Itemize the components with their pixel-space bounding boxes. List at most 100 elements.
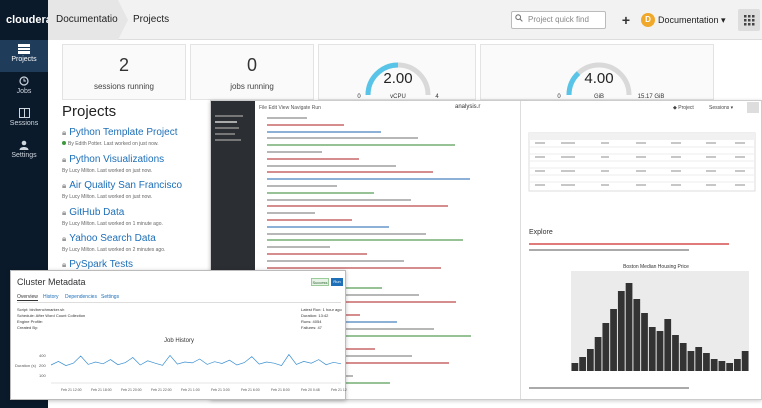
sidebar-item-sessions[interactable]: Sessions <box>0 104 48 136</box>
x-tick: Feb 21 1:00 <box>181 388 200 392</box>
code-line <box>267 205 448 208</box>
user-icon <box>19 140 29 150</box>
histogram-bar <box>648 327 656 371</box>
code-line <box>267 253 367 255</box>
sidebar-item-jobs[interactable]: Jobs <box>0 72 48 104</box>
tab-history[interactable]: History <box>43 294 59 300</box>
jobs-count: 0 <box>246 55 257 75</box>
x-tick: Feb 21 18:00 <box>91 388 112 392</box>
app-window: cloudera Documentation Projects Project … <box>0 0 762 408</box>
file-tree-entry[interactable] <box>215 127 239 129</box>
lock-icon: 🔒︎ <box>62 155 67 164</box>
sidebar-item-label: Sessions <box>9 120 39 127</box>
stats-row: 2 sessions running 0 jobs running 2.00 v… <box>56 40 762 100</box>
histogram-bar <box>571 363 579 371</box>
project-link[interactable]: 🔒︎ GitHub Data <box>62 207 124 218</box>
jobs-card: 0 jobs running <box>190 44 314 100</box>
status-dot-icon <box>62 141 66 145</box>
x-ticks: Feb 21 12:00 Feb 21 18:00 Feb 21 20:00 Feb … <box>61 388 347 392</box>
sidebar-item-label: Projects <box>11 56 37 63</box>
projects-icon <box>18 44 30 54</box>
meta-field: Failures: 47 <box>301 325 322 330</box>
histogram-bar <box>633 299 641 371</box>
session-output: ◆ Project Sessions ▾ Explore Boston Medi… <box>521 101 761 399</box>
code-line <box>267 266 441 269</box>
y-axis-label: Duration (s) <box>15 363 37 368</box>
meta-field: Duration: 13:42 <box>301 313 329 318</box>
project-link[interactable]: 🔒︎ Python Template Project <box>62 127 177 138</box>
x-tick: Feb 20 0:48 <box>301 388 320 392</box>
project-link[interactable]: 🔒︎ PySpark Tests <box>62 259 133 270</box>
project-meta: By Edith Potter. Last worked on just now… <box>62 141 159 147</box>
code-line <box>529 387 689 389</box>
tab-overview[interactable]: Overview <box>17 294 38 301</box>
project-meta-text: By Edith Potter. Last worked on just now… <box>68 141 159 147</box>
user-menu[interactable]: Documentation ▾ <box>658 12 726 28</box>
editor-menu[interactable]: File Edit View Navigate Run <box>259 105 321 111</box>
menu-icon[interactable] <box>747 102 759 113</box>
code-line <box>267 219 352 221</box>
histogram-bar <box>718 361 726 371</box>
status-badge: Success <box>311 278 329 286</box>
memory-gauge-fill <box>566 71 581 96</box>
file-tree-entry[interactable] <box>215 121 237 123</box>
memory-gauge: 4.00 GiB 0 15.17 GiB <box>557 62 664 100</box>
meta-field: Schedule: After Word Count Collection <box>17 313 86 318</box>
sessions-count: 2 <box>118 55 129 75</box>
memory-card: 4.00 GiB 0 15.17 GiB <box>480 44 714 100</box>
x-tick: Feb 21 12:00 <box>331 388 347 392</box>
tab-settings[interactable]: Settings <box>101 294 119 300</box>
y-tick: 100 <box>39 373 46 378</box>
histogram-plot: Boston Median Housing Price <box>571 264 749 371</box>
sessions-label: sessions running <box>93 82 155 91</box>
histogram-bar <box>586 349 594 371</box>
new-project-button[interactable]: + <box>619 11 633 29</box>
histogram-bar <box>672 335 679 371</box>
code-line <box>267 191 374 194</box>
brand-logo[interactable]: cloudera <box>0 0 48 40</box>
code-line <box>267 123 344 126</box>
sessions-card: 2 sessions running <box>62 44 186 100</box>
top-bar: cloudera Documentation Projects Project … <box>0 0 762 40</box>
project-search-input[interactable]: Project quick find <box>511 11 606 29</box>
app-grid-button[interactable] <box>738 9 760 31</box>
project-meta: By Lucy Milton. Last worked on just now. <box>62 194 153 200</box>
avatar[interactable]: D <box>641 13 655 27</box>
project-name: PySpark Tests <box>69 259 133 270</box>
file-tree-entry[interactable] <box>215 115 243 117</box>
tab-dependencies[interactable]: Dependencies <box>65 294 97 300</box>
project-link[interactable]: 🔒︎ Python Visualizations <box>62 154 164 165</box>
sessions-button[interactable]: Sessions ▾ <box>709 105 733 111</box>
project-link[interactable]: 🔒︎ Air Quality San Francisco <box>62 180 182 191</box>
lock-icon: 🔒︎ <box>62 234 67 243</box>
lock-icon: 🔒︎ <box>62 208 67 217</box>
project-meta: By Lucy Milton. Last worked on just now. <box>62 168 153 174</box>
x-tick: Feb 21 20:00 <box>121 388 142 392</box>
lock-icon: 🔒︎ <box>62 181 67 190</box>
breadcrumb-projects[interactable]: Projects <box>133 0 169 40</box>
histogram-bar <box>641 313 648 371</box>
code-line <box>267 144 455 147</box>
lock-icon: 🔒︎ <box>62 260 67 269</box>
y-tick: 200 <box>39 363 46 368</box>
search-icon <box>515 14 523 22</box>
job-history-line <box>50 353 342 367</box>
job-history-chart: Duration (s) 400 200 100 Feb 21 12:00 Feb… <box>15 353 347 392</box>
sidebar-item-projects[interactable]: Projects <box>0 40 48 72</box>
chart-title: Job History <box>163 338 194 344</box>
file-tree-entry[interactable] <box>215 133 235 135</box>
meta-field: Script: bin/benchmarker.sh <box>17 307 65 312</box>
sidebar-item-settings[interactable]: Settings <box>0 136 48 168</box>
run-button[interactable]: Run <box>331 278 343 286</box>
histogram-bar <box>726 363 734 371</box>
file-tree-entry[interactable] <box>215 139 241 141</box>
project-meta: By Lucy Milton. Last worked on 2 minutes… <box>62 247 166 253</box>
project-button[interactable]: ◆ Project <box>673 105 694 111</box>
code-line <box>267 198 411 201</box>
project-link[interactable]: 🔒︎ Yahoo Search Data <box>62 233 156 244</box>
sessions-icon <box>18 108 30 118</box>
breadcrumb-documentation[interactable]: Documentation <box>48 0 123 40</box>
code-line <box>267 239 463 242</box>
x-tick: Feb 21 8:00 <box>271 388 290 392</box>
x-tick: Feb 21 3:00 <box>211 388 230 392</box>
